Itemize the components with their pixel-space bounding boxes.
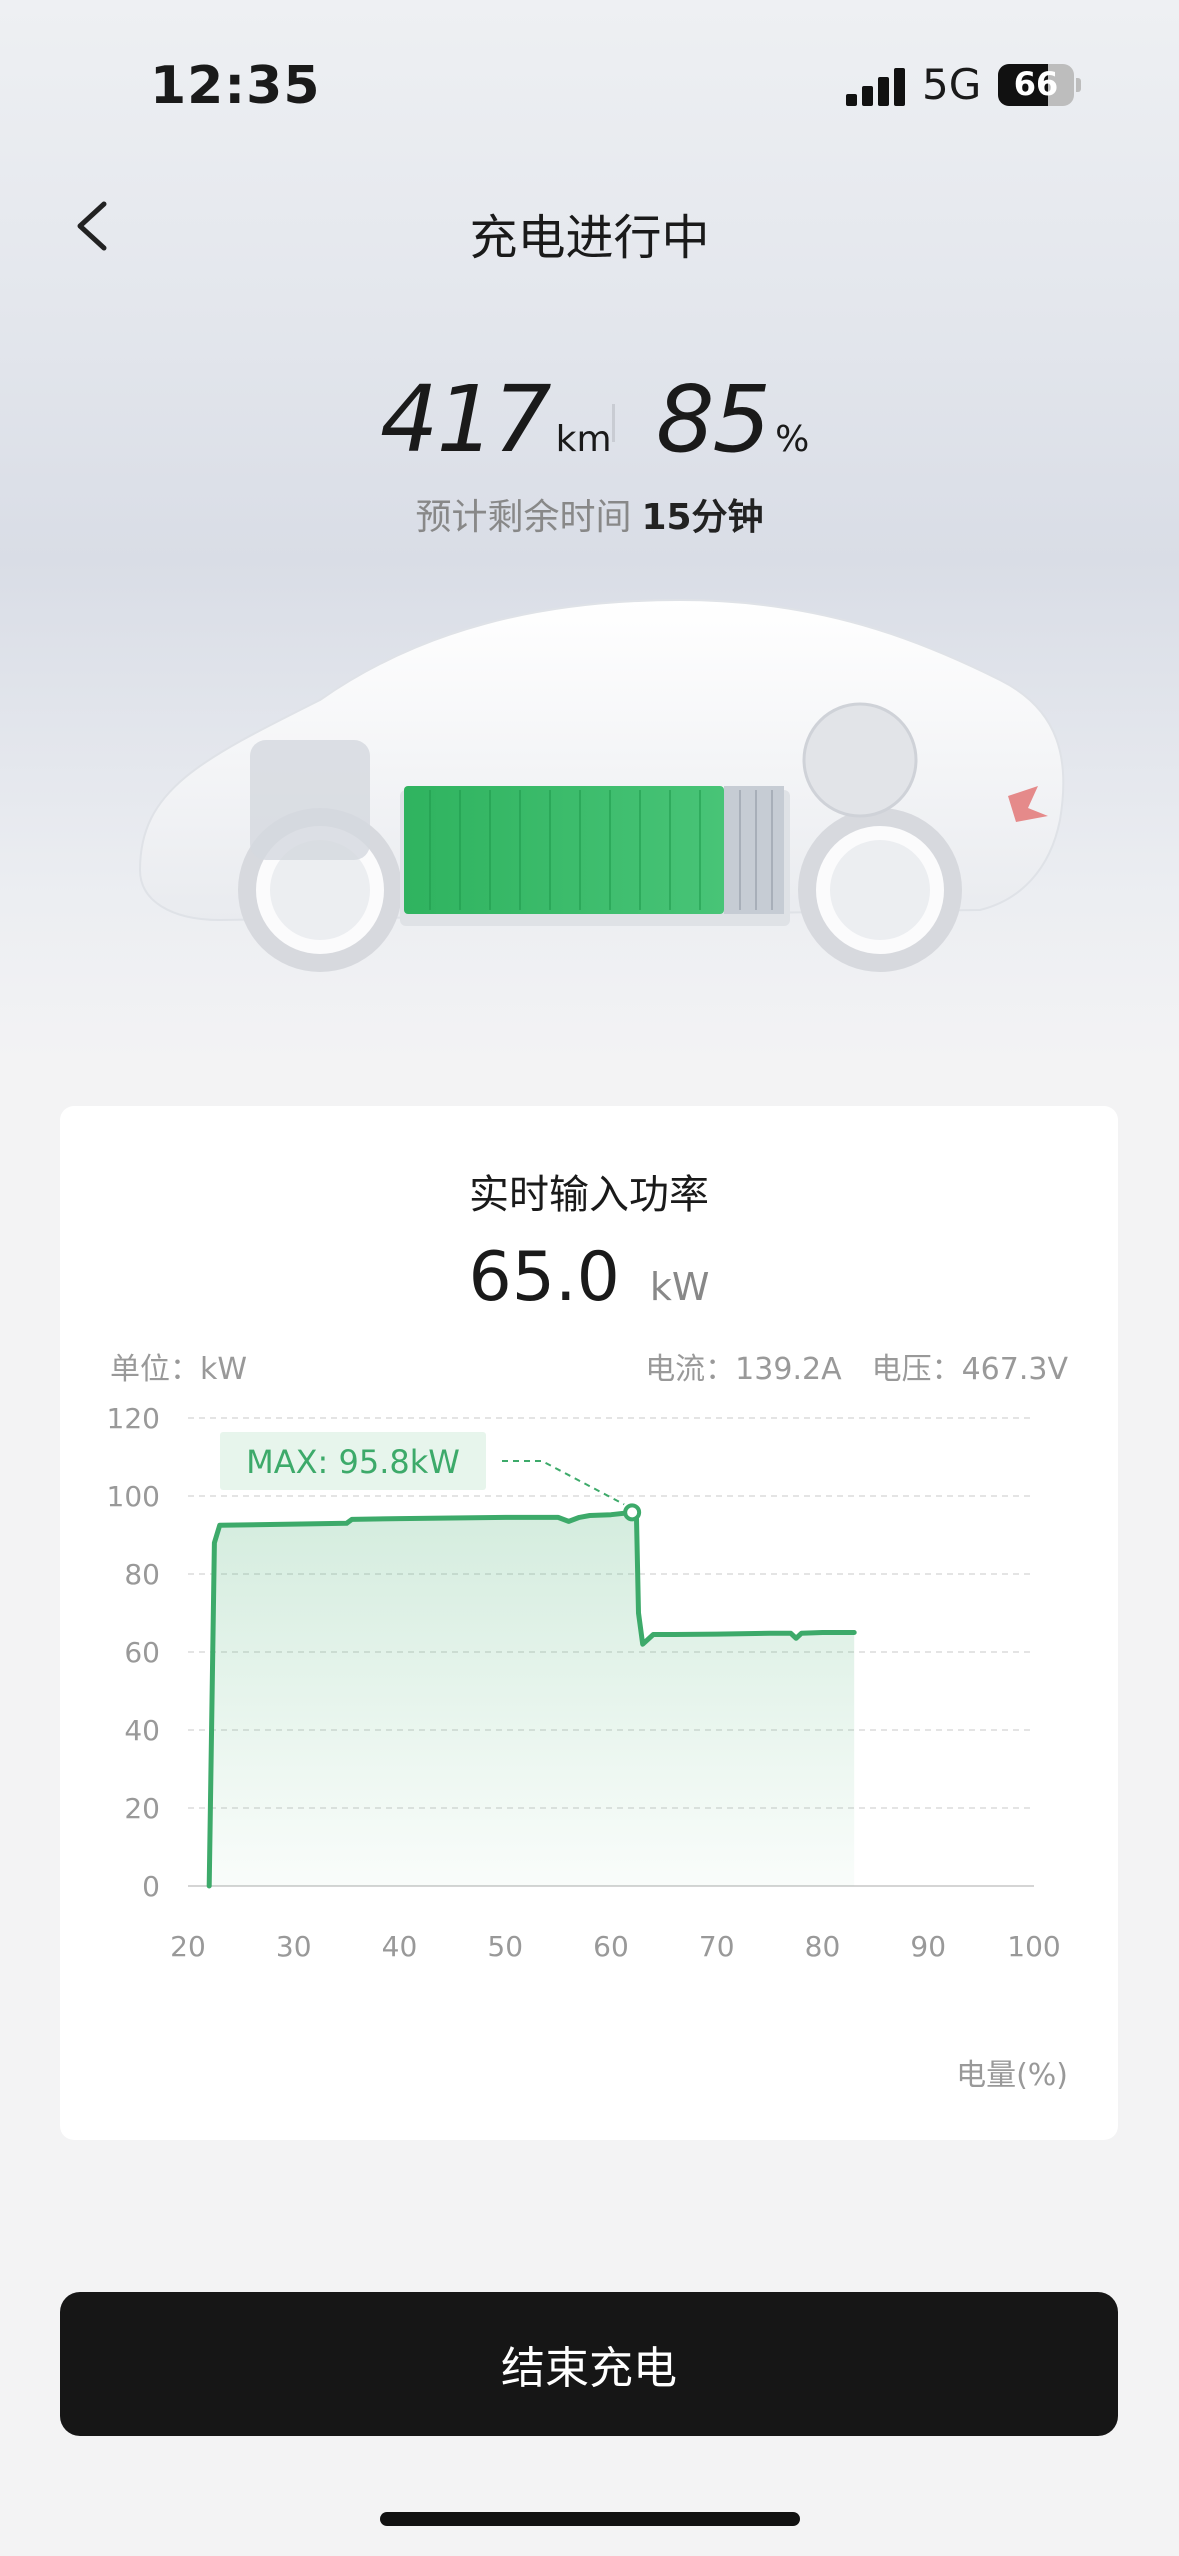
- x-tick-label: 40: [382, 1930, 418, 1963]
- max-annotation-leader: [502, 1460, 625, 1506]
- max-annotation-label: MAX: 95.8kW: [246, 1443, 460, 1481]
- page-title: 充电进行中: [469, 210, 710, 266]
- rear-wheel: [798, 808, 962, 972]
- soc-value: 85: [656, 366, 771, 473]
- stats-divider: [612, 404, 615, 442]
- remaining-label: 预计剩余时间: [415, 497, 632, 538]
- battery-icon: 66: [998, 64, 1074, 106]
- y-tick-label: 60: [124, 1636, 160, 1669]
- soc-unit: %: [775, 419, 810, 460]
- range-value: 417: [380, 366, 552, 473]
- remaining-time: 预计剩余时间 15分钟: [0, 488, 1179, 540]
- x-tick-label: 70: [699, 1930, 735, 1963]
- power-area-fill: [209, 1512, 855, 1886]
- y-tick-label: 80: [124, 1558, 160, 1591]
- y-tick-label: 40: [124, 1714, 160, 1747]
- x-tick-label: 80: [805, 1930, 841, 1963]
- x-tick-label: 30: [276, 1930, 312, 1963]
- x-tick-label: 20: [170, 1930, 206, 1963]
- power-chart: 0 20 40 60 80 100 120 20 30 40 50 60 70 80 90 100 MAX: 9…: [107, 1402, 1061, 1963]
- max-point-marker: [623, 1503, 642, 1522]
- home-indicator[interactable]: [380, 2512, 800, 2526]
- car-battery-illustration: [138, 598, 1065, 972]
- signal-icon: [846, 66, 906, 106]
- power-card: 实时输入功率 65.0 kW 单位：kW 电流：139.2A 电压：467.3V …: [60, 1106, 1118, 2140]
- y-tick-label: 0: [142, 1870, 160, 1903]
- soc-display: 85%: [656, 366, 809, 473]
- x-tick-label: 60: [593, 1930, 629, 1963]
- chart-unit-label: 单位：kW: [110, 1352, 248, 1387]
- battery-charged-cells: [404, 786, 724, 914]
- status-time: 12:35: [150, 56, 321, 116]
- x-tick-label: 100: [1007, 1930, 1060, 1963]
- network-type: 5G: [922, 60, 982, 109]
- power-unit: kW: [649, 1265, 710, 1309]
- card-title: 实时输入功率: [469, 1172, 709, 1218]
- battery-empty-cells: [724, 786, 784, 914]
- battery-level: 66: [1013, 65, 1059, 103]
- range-display: 417 km: [380, 366, 612, 473]
- remaining-value: 15分钟: [641, 497, 764, 538]
- y-tick-label: 120: [107, 1402, 160, 1435]
- end-charging-button[interactable]: 结束充电: [60, 2292, 1118, 2436]
- x-tick-label: 50: [487, 1930, 523, 1963]
- range-unit: km: [555, 419, 612, 460]
- current-voltage-readout: 电流：139.2A 电压：467.3V: [645, 1352, 1068, 1387]
- y-tick-label: 20: [124, 1792, 160, 1825]
- power-readout: 65.0 kW: [60, 1238, 1118, 1317]
- power-value: 65.0: [468, 1238, 620, 1317]
- y-tick-label: 100: [107, 1480, 160, 1513]
- x-axis-title: 电量(%): [956, 2058, 1068, 2093]
- battery-tip: [1076, 78, 1081, 92]
- x-tick-label: 90: [910, 1930, 946, 1963]
